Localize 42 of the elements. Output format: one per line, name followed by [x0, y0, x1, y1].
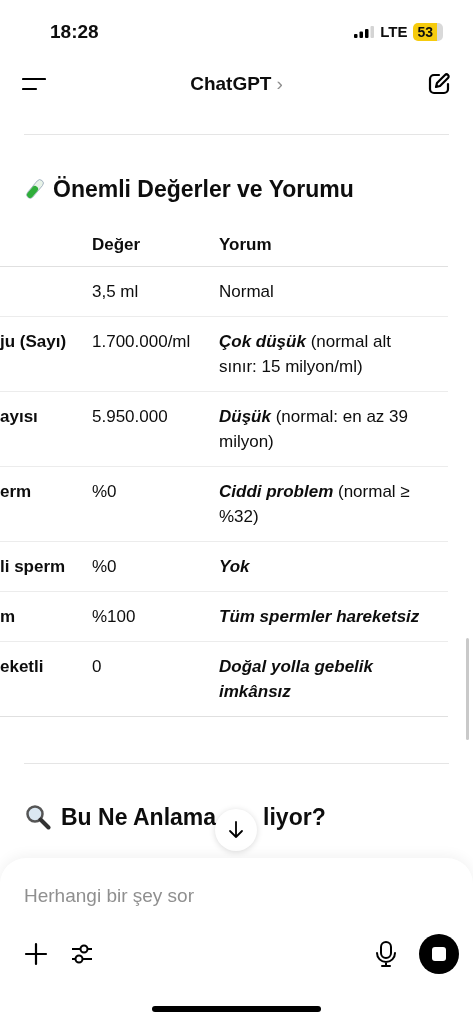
signal-icon: [354, 26, 375, 38]
table-cell: 3,5 ml: [92, 282, 139, 301]
table-cell: eketli: [0, 657, 44, 676]
table-cell: 0: [92, 657, 102, 676]
table-cell: %100: [92, 607, 136, 626]
table-cell: Çok düşük (normal alt sınır: 15 milyon/ml): [219, 332, 391, 376]
table-cell: 1.700.000/ml: [92, 332, 191, 351]
table-cell: %0: [92, 557, 117, 576]
section-heading: liyor?: [263, 802, 326, 832]
down-arrow-icon: [228, 821, 244, 839]
table-cell: ju (Sayı): [0, 332, 67, 351]
table-cell: Tüm spermler hareketsiz: [219, 607, 420, 626]
table-cell: erm: [0, 482, 32, 501]
stop-button[interactable]: [419, 934, 459, 974]
table-cell: Doğal yolla gebelik imkânsız: [219, 657, 373, 701]
table-cell: Normal: [219, 282, 274, 301]
stop-icon: [432, 947, 446, 961]
new-chat-icon[interactable]: [427, 72, 451, 96]
network-label: LTE: [380, 21, 408, 42]
table-cell: %0: [92, 482, 117, 501]
table-cell: Ciddi problem (normal ≥ %32): [219, 482, 410, 526]
menu-icon[interactable]: [22, 75, 46, 93]
table-cell: li sperm: [0, 557, 66, 576]
column-header: Değer: [92, 233, 142, 256]
battery-remainder: [437, 23, 443, 41]
table-cell: m: [0, 607, 16, 626]
magnifier-icon: [25, 804, 51, 830]
scroll-down-button[interactable]: [215, 809, 257, 851]
table-cell: Yok: [219, 557, 250, 576]
message-input[interactable]: Herhangi bir şey sor: [24, 882, 444, 910]
section-heading: Bu Ne Anlama: [61, 802, 217, 832]
plus-icon[interactable]: [24, 942, 48, 966]
column-header: Yorum: [219, 233, 272, 256]
table-cell: 5.950.000: [92, 407, 168, 426]
microphone-icon[interactable]: [375, 941, 397, 967]
chat-title-button[interactable]: ChatGPT ›: [190, 69, 283, 99]
chevron-icon: ›: [276, 69, 283, 99]
table-cell: ayısı: [0, 407, 38, 426]
status-time: 18:28: [50, 19, 99, 44]
battery-indicator: 53: [413, 23, 437, 41]
table-cell: Düşük (normal: en az 39 milyon): [219, 407, 408, 451]
section-heading: Önemli Değerler ve Yorumu: [53, 174, 354, 204]
